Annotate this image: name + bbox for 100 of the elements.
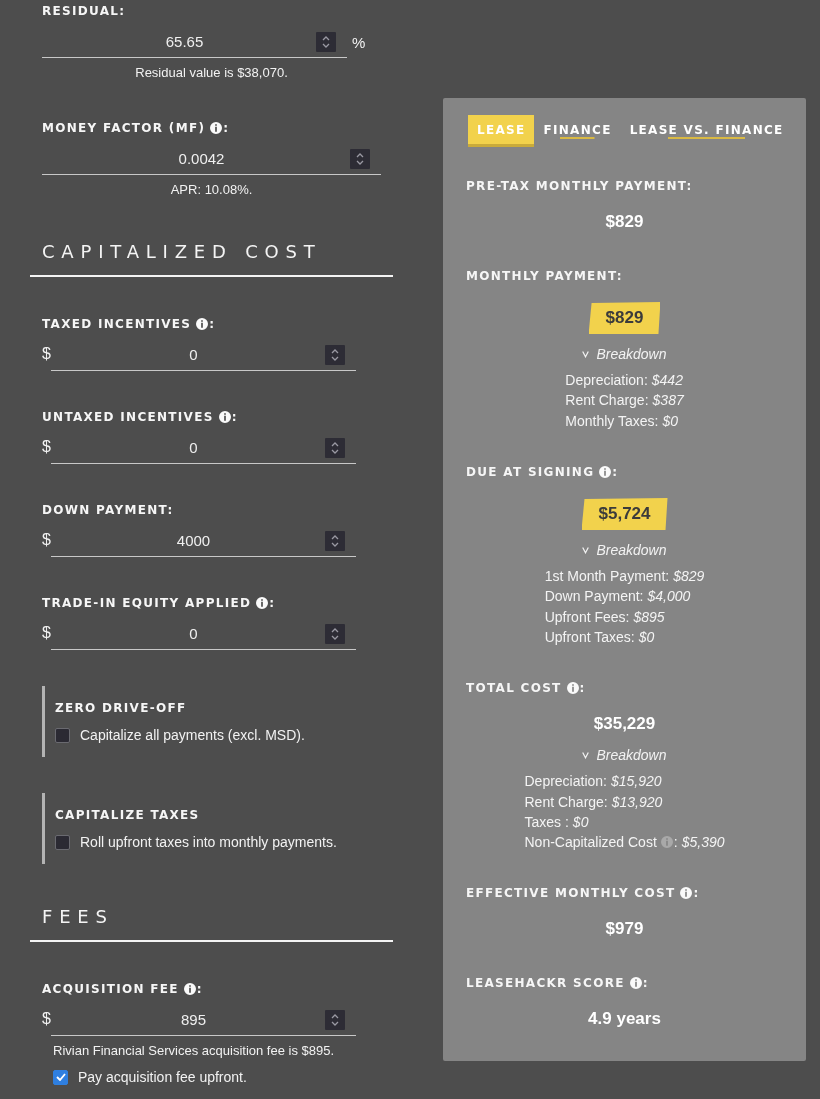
stepper-button[interactable] bbox=[325, 530, 345, 551]
stepper-button[interactable] bbox=[350, 148, 370, 169]
field-label: TRADE-IN EQUITY APPLIED bbox=[42, 596, 252, 610]
info-icon[interactable] bbox=[256, 597, 269, 609]
highlighted-amount: $5,724 bbox=[581, 497, 668, 530]
label-colon: : bbox=[223, 121, 230, 135]
number-input[interactable]: 0.0042 bbox=[42, 143, 381, 175]
up-down-chevron-icon bbox=[331, 533, 339, 548]
section-heading: CAPITALIZED COST bbox=[30, 240, 393, 277]
metric-label: PRE-TAX MONTHLY PAYMENT: bbox=[466, 179, 693, 193]
breakdown-value: $829 bbox=[673, 568, 705, 585]
breakdown-value: $15,920 bbox=[611, 773, 662, 790]
breakdown-label: Upfront Taxes: bbox=[544, 628, 635, 645]
caret-icon bbox=[582, 545, 590, 554]
breakdown-label: Non-Capitalized Cost bbox=[524, 834, 657, 851]
check-icon bbox=[55, 1073, 66, 1081]
amount-value: 4.9 years bbox=[588, 1008, 661, 1031]
label-colon: : bbox=[196, 982, 203, 996]
label-colon: : bbox=[612, 464, 619, 479]
highlighted-amount: $829 bbox=[588, 302, 661, 334]
stepper-button[interactable] bbox=[325, 437, 345, 458]
up-down-chevron-icon bbox=[322, 34, 330, 49]
label-colon: : bbox=[579, 681, 586, 696]
currency-symbol: $ bbox=[42, 437, 51, 457]
info-icon[interactable] bbox=[218, 411, 231, 423]
field-label: ACQUISITION FEE bbox=[42, 982, 179, 996]
helper-text: Rivian Financial Services acquisition fee is $895. bbox=[52, 1042, 336, 1060]
helper-text: Residual value is $38,070. bbox=[134, 64, 289, 82]
up-down-chevron-icon bbox=[331, 440, 339, 455]
checkbox[interactable] bbox=[53, 1069, 68, 1085]
stepper-button[interactable] bbox=[316, 31, 336, 52]
field-label: DOWN PAYMENT: bbox=[42, 503, 174, 517]
unit-label: % bbox=[352, 33, 366, 51]
up-down-chevron-icon bbox=[331, 626, 339, 641]
number-input[interactable]: 0 bbox=[51, 432, 356, 464]
currency-symbol: $ bbox=[42, 623, 51, 643]
option-title: CAPITALIZE TAXES bbox=[55, 808, 200, 822]
info-icon[interactable] bbox=[183, 983, 196, 995]
info-icon[interactable] bbox=[566, 682, 579, 695]
checkbox[interactable] bbox=[55, 834, 70, 850]
number-input[interactable]: 0 bbox=[51, 618, 356, 650]
number-input[interactable]: 65.65 bbox=[42, 26, 347, 58]
breakdown-value: $5,390 bbox=[681, 834, 725, 851]
breakdown-label: Rent Charge: bbox=[524, 793, 608, 810]
helper-text: APR: 10.08%. bbox=[169, 181, 254, 199]
metric-label: LEASEHACKR SCORE bbox=[466, 976, 625, 991]
breakdown-label: Taxes : bbox=[524, 813, 569, 830]
breakdown-value: $442 bbox=[651, 372, 683, 389]
breakdown-value: $4,000 bbox=[647, 588, 691, 605]
up-down-chevron-icon bbox=[331, 347, 339, 362]
breakdown-label: Monthly Taxes: bbox=[565, 412, 659, 429]
stepper-button[interactable] bbox=[325, 344, 345, 365]
breakdown-value: $895 bbox=[633, 608, 665, 625]
field-label: UNTAXED INCENTIVES bbox=[42, 410, 214, 424]
info-icon[interactable] bbox=[599, 465, 612, 478]
metric-label: MONTHLY PAYMENT: bbox=[466, 269, 623, 283]
breakdown-label: Depreciation: bbox=[524, 773, 607, 790]
up-down-chevron-icon bbox=[356, 151, 364, 166]
field-label: TAXED INCENTIVES bbox=[42, 317, 192, 331]
label-colon: : bbox=[231, 410, 238, 424]
checkbox-label[interactable]: Capitalize all payments (excl. MSD). bbox=[80, 727, 305, 743]
section-heading: FEES bbox=[30, 905, 393, 942]
breakdown-value: $0 bbox=[572, 813, 589, 830]
breakdown-label: 1st Month Payment: bbox=[544, 568, 670, 585]
info-icon[interactable] bbox=[210, 122, 223, 134]
checkbox-label[interactable]: Pay acquisition fee upfront. bbox=[78, 1069, 247, 1085]
breakdown-label: Down Payment: bbox=[544, 588, 644, 605]
breakdown-value: $0 bbox=[638, 628, 655, 645]
currency-symbol: $ bbox=[42, 530, 51, 550]
label-colon: : bbox=[673, 834, 678, 851]
option-title: ZERO DRIVE-OFF bbox=[55, 701, 187, 715]
breakdown-label: Upfront Fees: bbox=[544, 608, 630, 625]
metric-label: DUE AT SIGNING bbox=[466, 464, 595, 479]
breakdown-value: $13,920 bbox=[611, 793, 663, 810]
label-colon: : bbox=[642, 976, 649, 991]
stepper-button[interactable] bbox=[325, 623, 345, 644]
amount-value: $35,229 bbox=[593, 713, 656, 736]
up-down-chevron-icon bbox=[331, 1012, 339, 1027]
caret-icon bbox=[582, 350, 590, 358]
currency-symbol: $ bbox=[42, 1009, 51, 1029]
label-colon: : bbox=[209, 317, 216, 331]
checkbox[interactable] bbox=[55, 727, 70, 743]
info-icon[interactable] bbox=[680, 887, 693, 900]
checkbox-label[interactable]: Roll upfront taxes into monthly payments. bbox=[80, 834, 337, 850]
currency-symbol: $ bbox=[42, 344, 51, 364]
number-input[interactable]: 0 bbox=[51, 339, 356, 371]
breakdown-value: $387 bbox=[652, 392, 684, 409]
label-colon: : bbox=[269, 596, 276, 610]
breakdown-label: Rent Charge: bbox=[565, 392, 649, 409]
breakdown-value: $0 bbox=[662, 412, 678, 429]
info-icon[interactable] bbox=[629, 977, 642, 990]
info-icon[interactable] bbox=[196, 318, 209, 330]
metric-label: EFFECTIVE MONTHLY COST bbox=[466, 886, 676, 901]
amount-value: $979 bbox=[605, 918, 644, 941]
breakdown-label: Depreciation: bbox=[565, 372, 648, 389]
field-label: MONEY FACTOR (MF) bbox=[42, 121, 206, 135]
stepper-button[interactable] bbox=[325, 1009, 345, 1030]
number-input[interactable]: 895 bbox=[51, 1004, 356, 1036]
label-colon: : bbox=[693, 886, 700, 901]
number-input[interactable]: 4000 bbox=[51, 525, 356, 557]
